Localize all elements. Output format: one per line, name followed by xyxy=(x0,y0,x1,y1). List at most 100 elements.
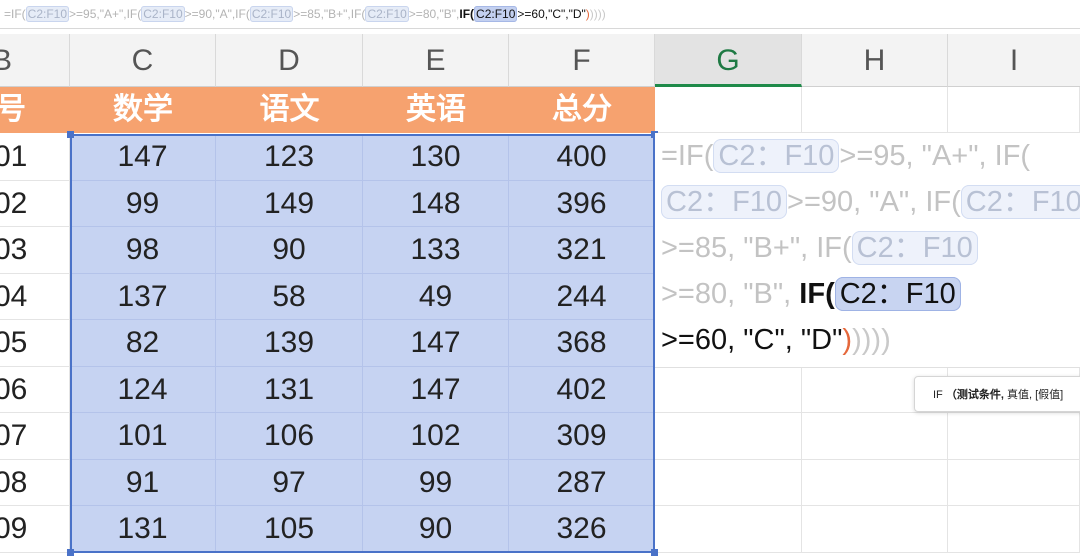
score-cell[interactable]: 402 xyxy=(509,366,655,413)
editor-close-parens-faded: )))) xyxy=(852,324,891,356)
score-cell[interactable]: 99 xyxy=(363,459,509,506)
empty-cell[interactable] xyxy=(655,459,802,506)
formula-current-args: >=60,"C","D" xyxy=(517,7,586,21)
formula-text[interactable]: =IF(C2:F10 >=95,"A+",IF(C2:F10 >=90,"A",IF… xyxy=(4,0,606,28)
editor-text: >=80, "B", xyxy=(661,278,800,310)
selection-handle[interactable] xyxy=(651,549,658,556)
score-cell[interactable]: 147 xyxy=(363,366,509,413)
empty-cell[interactable] xyxy=(655,506,802,553)
header-cell-english[interactable]: 英语 xyxy=(363,87,509,133)
score-cell[interactable]: 101 xyxy=(70,413,216,460)
score-cell[interactable]: 148 xyxy=(363,180,509,227)
formula-bar[interactable]: =IF(C2:F10 >=95,"A+",IF(C2:F10 >=90,"A",IF… xyxy=(0,0,1080,29)
score-cell[interactable]: 105 xyxy=(216,506,363,553)
empty-cell[interactable] xyxy=(802,87,948,133)
score-cell[interactable]: 99 xyxy=(70,180,216,227)
editor-text: >=85, "B+", IF( xyxy=(661,232,852,264)
score-cell[interactable]: 133 xyxy=(363,227,509,274)
score-cell[interactable]: 400 xyxy=(509,134,655,181)
score-cell[interactable]: 124 xyxy=(70,366,216,413)
column-header-e[interactable]: E xyxy=(363,34,509,87)
empty-cell[interactable] xyxy=(655,87,802,133)
header-cell-math[interactable]: 数学 xyxy=(70,87,216,133)
row-id-label: 08 xyxy=(0,465,28,499)
score-cell[interactable]: 49 xyxy=(363,273,509,320)
selection-handle[interactable] xyxy=(67,549,74,556)
empty-cell[interactable] xyxy=(802,413,948,460)
function-signature-tooltip: IF （测试条件, 真值, [假值] xyxy=(914,376,1080,412)
column-header-label: B xyxy=(0,44,13,77)
column-header-g[interactable]: G xyxy=(655,34,802,87)
row-id-cell[interactable]: 04 xyxy=(0,273,70,320)
row-id-cell[interactable]: 01 xyxy=(0,134,70,181)
formula-close-parens-faded: )))) xyxy=(589,7,606,21)
formula-range-ref: C2:F10 xyxy=(25,6,70,22)
column-header-i[interactable]: I xyxy=(948,34,1080,87)
column-header-b[interactable]: B xyxy=(0,34,70,87)
empty-cell[interactable] xyxy=(948,506,1080,553)
score-cell[interactable]: 244 xyxy=(509,273,655,320)
score-cell[interactable]: 91 xyxy=(70,459,216,506)
row-id-cell[interactable]: 03 xyxy=(0,227,70,274)
score-cell[interactable]: 90 xyxy=(216,227,363,274)
score-cell[interactable]: 368 xyxy=(509,320,655,367)
score-cell[interactable]: 309 xyxy=(509,413,655,460)
score-cell[interactable]: 97 xyxy=(216,459,363,506)
cell-formula-editor[interactable]: =IF(C2：F10 >=95, "A+", IF( C2：F10 >=90, "A… xyxy=(655,133,1080,368)
score-cell[interactable]: 137 xyxy=(70,273,216,320)
score-cell[interactable]: 123 xyxy=(216,134,363,181)
formula-segment: >=95,"A+",IF( xyxy=(69,7,142,21)
empty-cell[interactable] xyxy=(948,459,1080,506)
selection-handle[interactable] xyxy=(67,131,74,138)
row-id-cell[interactable]: 02 xyxy=(0,180,70,227)
editor-line: >=60, "C", "D"))))) xyxy=(661,317,891,363)
empty-cell[interactable] xyxy=(655,366,802,413)
score-cell[interactable]: 90 xyxy=(363,506,509,553)
score-cell[interactable]: 147 xyxy=(363,320,509,367)
tooltip-other-args: 真值, [假值] xyxy=(1003,389,1064,401)
column-header-c[interactable]: C xyxy=(70,34,216,87)
score-cell[interactable]: 147 xyxy=(70,134,216,181)
editor-text: >=90, "A", IF( xyxy=(787,186,961,218)
score-cell[interactable]: 287 xyxy=(509,459,655,506)
score-cell[interactable]: 131 xyxy=(216,366,363,413)
score-cell[interactable]: 58 xyxy=(216,273,363,320)
row-id-cell[interactable]: 05 xyxy=(0,320,70,367)
formula-range-ref: C2:F10 xyxy=(141,6,185,22)
header-cell-total[interactable]: 总分 xyxy=(509,87,655,133)
row-id-label: 04 xyxy=(0,279,28,313)
formula-current-if: IF( xyxy=(459,7,475,21)
row-id-label: 09 xyxy=(0,512,28,545)
empty-cell[interactable] xyxy=(948,413,1080,460)
score-cell[interactable]: 106 xyxy=(216,413,363,460)
score-cell[interactable]: 82 xyxy=(70,320,216,367)
empty-cell[interactable] xyxy=(948,87,1080,133)
row-id-cell[interactable]: 09 xyxy=(0,506,70,553)
score-cell[interactable]: 102 xyxy=(363,413,509,460)
row-id-cell[interactable]: 08 xyxy=(0,459,70,506)
row-id-cell[interactable]: 06 xyxy=(0,366,70,413)
editor-range-ref: C2：F10 xyxy=(661,185,788,219)
score-cell[interactable]: 149 xyxy=(216,180,363,227)
score-cell[interactable]: 130 xyxy=(363,134,509,181)
column-header-h[interactable]: H xyxy=(802,34,948,87)
score-cell[interactable]: 326 xyxy=(509,506,655,553)
score-cell[interactable]: 98 xyxy=(70,227,216,274)
empty-cell[interactable] xyxy=(802,459,948,506)
formula-segment: >=80,"B", xyxy=(408,7,460,21)
score-cell[interactable]: 131 xyxy=(70,506,216,553)
score-cell[interactable]: 396 xyxy=(509,180,655,227)
row-id-cell[interactable]: 07 xyxy=(0,413,70,460)
header-cell-chinese[interactable]: 语文 xyxy=(216,87,363,133)
editor-line: >=85, "B+", IF(C2：F10 xyxy=(661,225,978,271)
score-cell[interactable]: 321 xyxy=(509,227,655,274)
column-header-d[interactable]: D xyxy=(216,34,363,87)
empty-cell[interactable] xyxy=(655,413,802,460)
row-id-label: 02 xyxy=(0,186,28,220)
header-cell-id[interactable]: 号 xyxy=(0,87,70,133)
column-header-f[interactable]: F xyxy=(509,34,655,87)
empty-cell[interactable] xyxy=(802,506,948,553)
formula-segment: >=90,"A",IF( xyxy=(184,7,250,21)
score-cell[interactable]: 139 xyxy=(216,320,363,367)
editor-line: C2：F10 >=90, "A", IF(C2：F10 xyxy=(661,179,1080,225)
